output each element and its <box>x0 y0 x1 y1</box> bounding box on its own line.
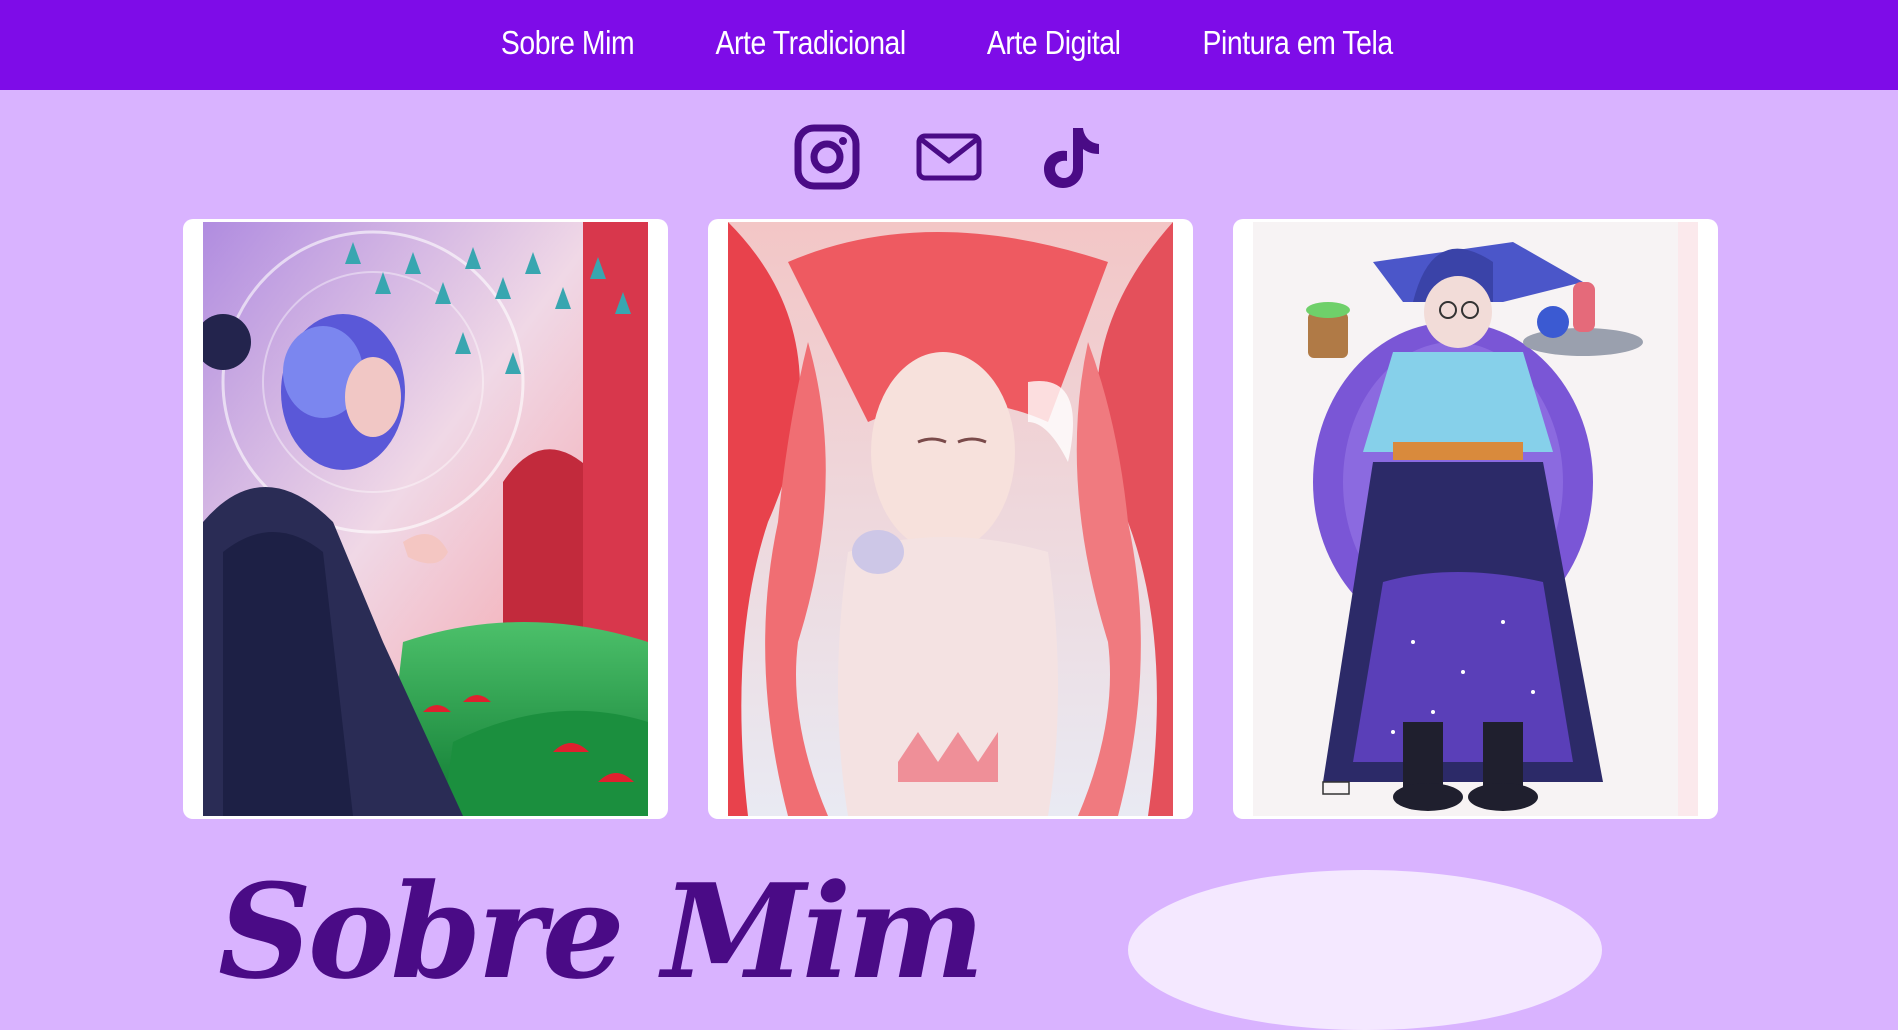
mail-link[interactable] <box>916 124 982 190</box>
artwork-image-mermaid <box>728 222 1173 816</box>
social-links <box>0 124 1898 190</box>
nav-link-pintura-em-tela[interactable]: Pintura em Tela <box>1202 24 1393 62</box>
nav-link-arte-tradicional[interactable]: Arte Tradicional <box>716 24 907 62</box>
nav-link-arte-digital[interactable]: Arte Digital <box>987 24 1121 62</box>
mail-icon <box>916 133 982 181</box>
art-gallery <box>183 219 1718 819</box>
tiktok-link[interactable] <box>1038 124 1104 190</box>
nav-link-sobre-mim[interactable]: Sobre Mim <box>501 24 635 62</box>
gallery-card[interactable] <box>1233 219 1718 819</box>
instagram-icon <box>794 124 860 190</box>
section-title-sobre-mim: Sobre Mim <box>218 855 985 1008</box>
instagram-link[interactable] <box>794 124 860 190</box>
gallery-card[interactable] <box>183 219 668 819</box>
top-navigation: Sobre Mim Arte Tradicional Arte Digital … <box>0 0 1898 90</box>
gallery-card[interactable] <box>708 219 1193 819</box>
decorative-blob <box>1128 870 1602 1030</box>
artwork-image-wizard <box>1253 222 1698 816</box>
tiktok-icon <box>1044 128 1099 188</box>
artwork-image-witch <box>203 222 648 816</box>
